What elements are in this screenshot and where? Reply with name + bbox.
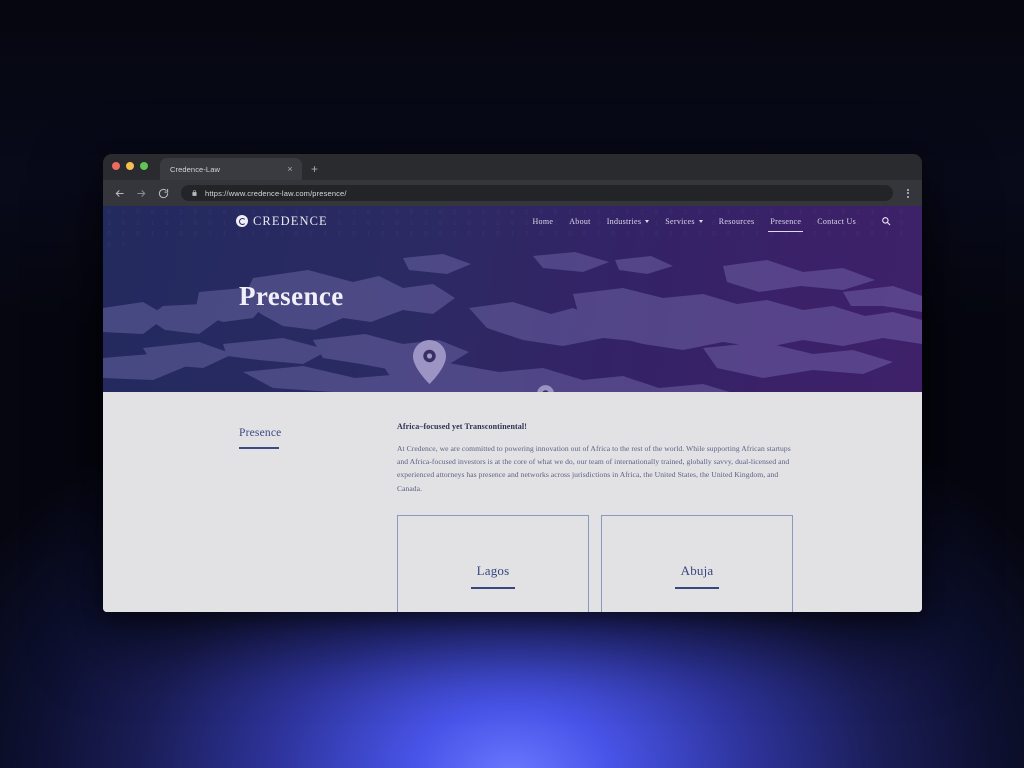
logo-text: CREDENCE	[253, 213, 328, 228]
maximize-window-button[interactable]	[140, 162, 148, 170]
nav-item-home[interactable]: Home	[532, 214, 553, 229]
page-title: Presence	[239, 281, 344, 311]
nav-item-contact-us[interactable]: Contact Us	[817, 214, 856, 229]
location-card-abuja[interactable]: Abuja	[601, 514, 793, 612]
nav-item-label: Industries	[606, 216, 642, 226]
search-icon[interactable]	[881, 216, 891, 226]
credence-logo-icon	[236, 215, 248, 227]
page-viewport: 0 1 0 0 1 1 0 1 0 1 1 0 0 1 0 0 1 1 0 1 …	[103, 206, 922, 612]
close-window-button[interactable]	[112, 162, 120, 170]
location-card-list: Lagos Abuja	[397, 514, 793, 612]
chevron-down-icon	[698, 219, 703, 223]
section-heading: Africa–focused yet Transcontinental!	[397, 422, 527, 431]
map-pin-icon	[537, 385, 554, 392]
nav-item-services[interactable]: Services	[665, 214, 703, 229]
close-tab-icon[interactable]: ×	[285, 164, 295, 174]
nav-item-about[interactable]: About	[569, 214, 591, 229]
lock-icon	[191, 189, 198, 197]
nav-item-label: Contact Us	[817, 216, 856, 226]
sidebar-heading: Presence	[239, 427, 282, 439]
location-card-title: Abuja	[680, 562, 714, 578]
site-navigation: CREDENCE Home About Industries Services	[103, 206, 922, 236]
minimize-window-button[interactable]	[126, 162, 134, 170]
address-bar[interactable]: https://www.credence-law.com/presence/	[181, 185, 893, 201]
nav-item-label: Services	[665, 216, 695, 226]
three-dot-menu-icon[interactable]	[902, 188, 914, 198]
nav-item-label: Home	[532, 216, 554, 226]
section-paragraph: At Credence, we are committed to powerin…	[397, 444, 791, 493]
nav-item-label: Presence	[770, 216, 802, 226]
sidebar-heading-rule	[239, 447, 279, 449]
chevron-down-icon	[645, 219, 650, 223]
nav-item-label: Resources	[718, 216, 755, 226]
nav-item-presence[interactable]: Presence	[768, 214, 804, 232]
location-card-rule	[471, 586, 515, 589]
content-main: Africa–focused yet Transcontinental! At …	[397, 422, 793, 612]
back-arrow-icon[interactable]	[113, 187, 126, 200]
reload-icon[interactable]	[157, 187, 170, 200]
map-pin-icon	[413, 340, 446, 384]
content-sidebar: Presence	[239, 422, 349, 612]
browser-toolbar: https://www.credence-law.com/presence/	[103, 180, 922, 206]
browser-tab-strip: Credence-Law × +	[103, 154, 922, 180]
forward-arrow-icon[interactable]	[135, 187, 148, 200]
location-card-lagos[interactable]: Lagos	[397, 514, 589, 612]
url-text: https://www.credence-law.com/presence/	[205, 188, 347, 198]
location-card-title: Lagos	[476, 562, 510, 578]
content-section: Presence Africa–focused yet Transcontine…	[103, 392, 922, 612]
nav-item-label: About	[569, 216, 591, 226]
location-card-rule	[675, 586, 719, 589]
hero-section: 0 1 0 0 1 1 0 1 0 1 1 0 0 1 0 0 1 1 0 1 …	[103, 206, 922, 392]
browser-window: Credence-Law × + https://www.credence-la…	[103, 154, 922, 612]
window-controls[interactable]	[112, 154, 148, 180]
nav-item-resources[interactable]: Resources	[719, 214, 755, 229]
site-logo[interactable]: CREDENCE	[236, 214, 328, 229]
nav-item-industries[interactable]: Industries	[607, 214, 650, 229]
content-inner: Presence Africa–focused yet Transcontine…	[103, 422, 922, 612]
browser-tab[interactable]: Credence-Law ×	[160, 158, 302, 180]
browser-tab-title: Credence-Law	[170, 164, 220, 174]
world-map-graphic	[103, 248, 922, 392]
new-tab-icon[interactable]: +	[311, 163, 318, 180]
nav-links: Home About Industries Services Resources…	[532, 214, 891, 232]
